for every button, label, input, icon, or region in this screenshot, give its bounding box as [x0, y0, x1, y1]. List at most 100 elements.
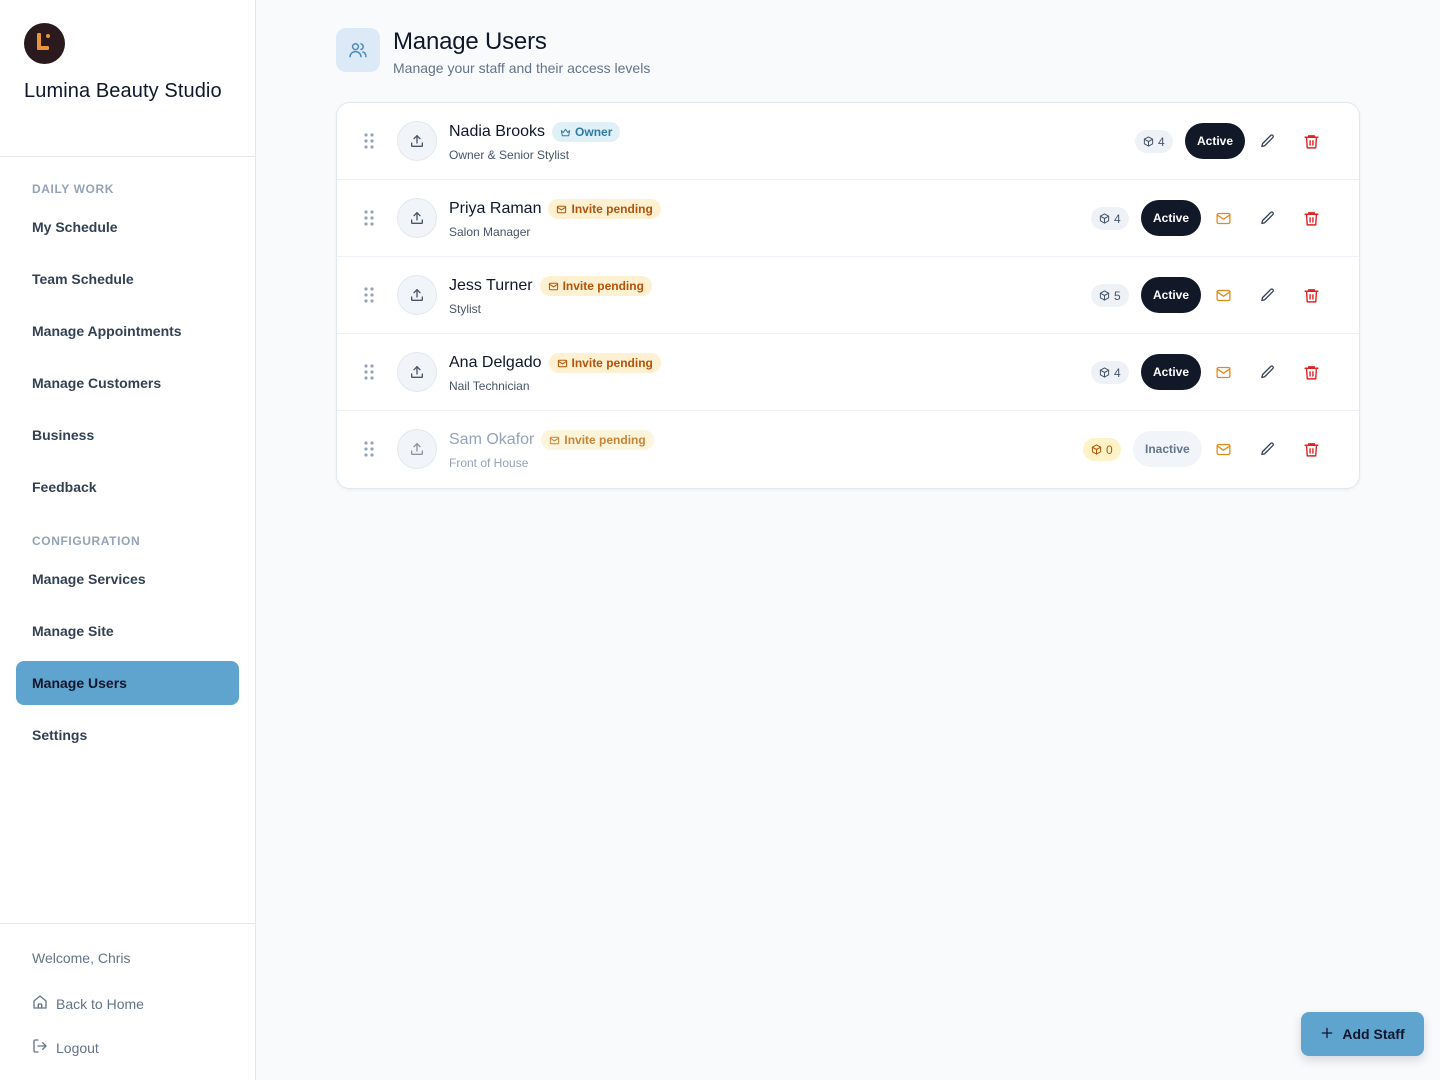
delete-user-button[interactable] [1300, 438, 1322, 460]
add-staff-button[interactable]: Add Staff [1301, 1012, 1424, 1056]
sidebar-item-settings[interactable]: Settings [16, 713, 239, 757]
invite-pending-label: Invite pending [571, 356, 653, 370]
user-name: Priya Raman [449, 200, 542, 217]
edit-user-button[interactable] [1256, 438, 1278, 460]
owner-badge-label: Owner [575, 125, 613, 139]
invite-pending-badge: Invite pending [539, 276, 652, 296]
resend-invite-button[interactable] [1212, 361, 1234, 383]
service-count: 5 [1114, 288, 1121, 303]
pencil-icon [1259, 364, 1276, 381]
sidebar-item-team-schedule[interactable]: Team Schedule [16, 257, 239, 301]
mail-icon [548, 281, 559, 292]
sidebar-item-manage-site[interactable]: Manage Site [16, 609, 239, 653]
sidebar-item-manage-services[interactable]: Manage Services [16, 557, 239, 601]
avatar-upload-button[interactable] [397, 275, 437, 315]
upload-icon [409, 441, 425, 457]
user-role: Owner & Senior Stylist [449, 148, 570, 162]
avatar-upload-button[interactable] [397, 429, 437, 469]
home-icon [32, 994, 48, 1013]
user-name-line: Priya Raman Invite pending [449, 199, 661, 219]
logout-link[interactable]: Logout [32, 1038, 99, 1057]
box-icon [1099, 367, 1110, 378]
delete-user-button[interactable] [1300, 284, 1322, 306]
box-icon [1099, 213, 1110, 224]
drag-handle-icon[interactable] [364, 210, 374, 226]
edit-user-button[interactable] [1256, 284, 1278, 306]
sidebar-item-manage-customers[interactable]: Manage Customers [16, 361, 239, 405]
delete-user-button[interactable] [1300, 130, 1322, 152]
trash-icon [1303, 441, 1320, 458]
pencil-icon [1259, 287, 1276, 304]
sidebar-item-feedback[interactable]: Feedback [16, 465, 239, 509]
crown-icon [560, 127, 571, 138]
user-role: Front of House [449, 456, 529, 470]
delete-user-button[interactable] [1300, 207, 1322, 229]
invite-pending-badge: Invite pending [541, 430, 654, 450]
mail-icon [1215, 210, 1232, 227]
service-count: 4 [1158, 134, 1165, 149]
delete-user-button[interactable] [1300, 361, 1322, 383]
users-icon [336, 28, 380, 72]
status-toggle-button[interactable]: Active [1141, 354, 1202, 390]
invite-pending-label: Invite pending [562, 279, 644, 293]
avatar-upload-button[interactable] [397, 352, 437, 392]
invite-pending-badge: Invite pending [548, 199, 661, 219]
drag-handle-icon[interactable] [364, 133, 374, 149]
pencil-icon [1259, 210, 1276, 227]
sidebar-item-manage-users[interactable]: Manage Users [16, 661, 239, 705]
pencil-icon [1259, 133, 1276, 150]
sidebar-item-manage-appointments[interactable]: Manage Appointments [16, 309, 239, 353]
user-role: Salon Manager [449, 225, 531, 239]
status-toggle-button[interactable]: Active [1185, 123, 1246, 159]
nav-section-daily-work: DAILY WORK [32, 182, 115, 196]
mail-icon [556, 204, 567, 215]
resend-invite-button[interactable] [1212, 438, 1234, 460]
service-count-badge: 5 [1091, 284, 1129, 307]
invite-pending-badge: Invite pending [548, 353, 661, 373]
upload-icon [409, 287, 425, 303]
invite-pending-label: Invite pending [571, 202, 653, 216]
logo-icon [24, 23, 65, 64]
mail-icon [1215, 287, 1232, 304]
mail-icon [1215, 364, 1232, 381]
service-count-badge: 4 [1091, 361, 1129, 384]
user-name-line: Jess Turner Invite pending [449, 276, 652, 296]
upload-icon [409, 364, 425, 380]
service-count-badge: 4 [1091, 207, 1129, 230]
page-title: Manage Users [393, 28, 547, 55]
invite-pending-label: Invite pending [564, 433, 646, 447]
avatar-upload-button[interactable] [397, 121, 437, 161]
users-list-card: Nadia Brooks Owner Owner & Senior Stylist 4… [336, 102, 1360, 489]
sidebar-item-my-schedule[interactable]: My Schedule [16, 205, 239, 249]
welcome-text: Welcome, Chris [32, 950, 131, 966]
user-name: Nadia Brooks [449, 123, 546, 140]
service-count-badge: 4 [1135, 130, 1173, 153]
status-toggle-button[interactable]: Inactive [1133, 431, 1202, 467]
edit-user-button[interactable] [1256, 361, 1278, 383]
edit-user-button[interactable] [1256, 130, 1278, 152]
user-name-line: Ana Delgado Invite pending [449, 353, 661, 373]
owner-badge: Owner [552, 122, 621, 142]
sidebar: Lumina Beauty Studio DAILY WORK My Sched… [0, 0, 256, 1080]
user-role: Nail Technician [449, 379, 530, 393]
sidebar-footer: Welcome, Chris Back to Home Logout [0, 923, 255, 1080]
page-header: Manage Users Manage your staff and their… [336, 28, 650, 76]
status-toggle-button[interactable]: Active [1141, 200, 1202, 236]
back-to-home-link[interactable]: Back to Home [32, 994, 144, 1013]
service-count: 4 [1114, 365, 1121, 380]
resend-invite-button[interactable] [1212, 284, 1234, 306]
drag-handle-icon[interactable] [364, 364, 374, 380]
drag-handle-icon[interactable] [364, 287, 374, 303]
avatar-upload-button[interactable] [397, 198, 437, 238]
edit-user-button[interactable] [1256, 207, 1278, 229]
drag-handle-icon[interactable] [364, 441, 374, 457]
resend-invite-button[interactable] [1212, 207, 1234, 229]
upload-icon [409, 210, 425, 226]
user-name: Ana Delgado [449, 354, 542, 371]
service-count: 0 [1106, 442, 1113, 457]
status-toggle-button[interactable]: Active [1141, 277, 1202, 313]
trash-icon [1303, 287, 1320, 304]
sidebar-item-business[interactable]: Business [16, 413, 239, 457]
plus-icon [1320, 1026, 1334, 1043]
nav-section-configuration: CONFIGURATION [32, 534, 141, 548]
